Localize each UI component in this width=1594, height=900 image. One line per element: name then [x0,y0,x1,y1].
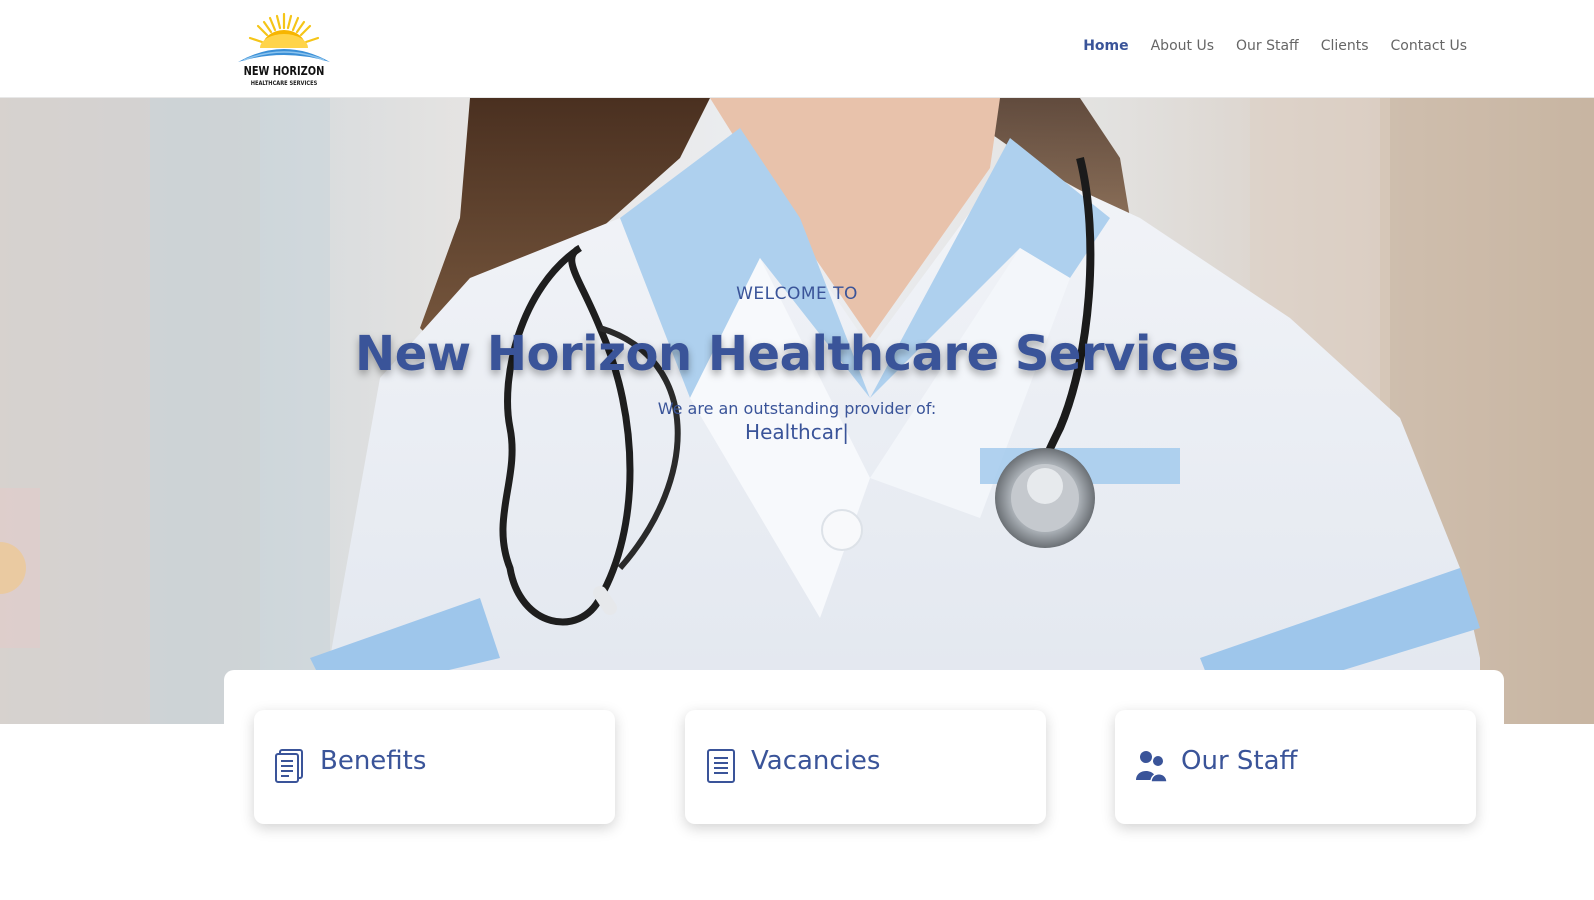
main-nav: Home About Us Our Staff Clients Contact … [1083,38,1467,54]
benefits-card-label: Benefits [320,746,427,776]
users-icon [1136,751,1167,783]
vacancies-card[interactable]: Vacancies [685,710,1046,824]
nav-home[interactable]: Home [1083,38,1128,54]
hero-welcome-text: WELCOME TO [736,284,858,304]
benefits-card[interactable]: Benefits [254,710,615,824]
site-header: NEW HORIZON HEALTHCARE SERVICES Home Abo… [0,0,1594,98]
typed-word: Healthcar [745,420,843,444]
nav-our-staff[interactable]: Our Staff [1236,38,1299,54]
nav-contact-us[interactable]: Contact Us [1391,38,1467,54]
hero-typed-text: Healthcar| [0,420,1594,444]
hero-section: WELCOME TO New Horizon Healthcare Servic… [0,98,1594,724]
our-staff-card[interactable]: Our Staff [1115,710,1476,824]
typing-cursor: | [842,420,849,444]
logo-title: NEW HORIZON [243,64,325,78]
logo[interactable]: NEW HORIZON HEALTHCARE SERVICES [234,10,334,90]
nav-clients[interactable]: Clients [1321,38,1369,54]
sun-horizon-icon [238,12,330,62]
nav-about-us[interactable]: About Us [1151,38,1214,54]
document-icon [707,749,735,783]
logo-subtitle: HEALTHCARE SERVICES [250,80,318,87]
vacancies-card-label: Vacancies [751,746,881,776]
hero-title: New Horizon Healthcare Services [355,326,1239,382]
our-staff-card-label: Our Staff [1181,746,1298,776]
document-list-icon [275,749,303,783]
hero-provider-text: We are an outstanding provider of: [657,399,937,418]
